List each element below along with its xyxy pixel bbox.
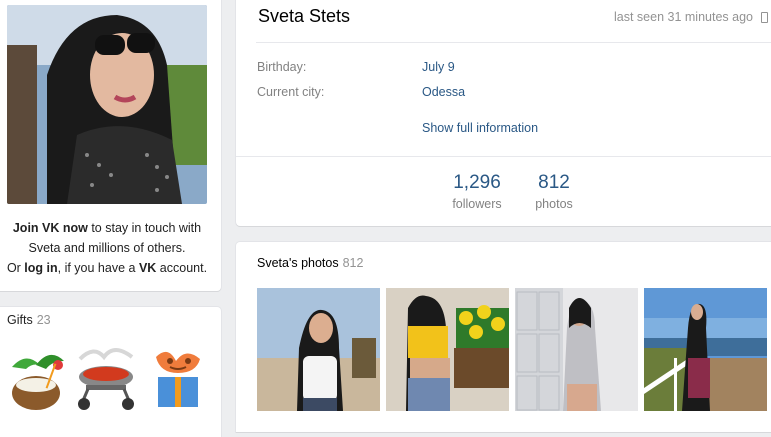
birthday-value-link[interactable]: July 9: [422, 60, 455, 74]
followers-counter[interactable]: 1,296 followers: [442, 172, 512, 211]
profile-name: Sveta Stets: [258, 6, 351, 26]
photo-thumbnail[interactable]: [644, 288, 767, 411]
current-city-label: Current city:: [257, 85, 325, 99]
grill-icon[interactable]: [74, 343, 140, 413]
photo-thumbnail[interactable]: [386, 288, 509, 411]
photo-thumbnail[interactable]: [257, 288, 380, 411]
gifts-count: 23: [36, 313, 51, 327]
profile-avatar[interactable]: [7, 5, 207, 204]
join-vk-link[interactable]: Join VK now: [13, 221, 88, 235]
photos-counter[interactable]: 812 photos: [524, 172, 584, 211]
birthday-label: Birthday:: [257, 60, 307, 74]
current-city-link[interactable]: Odessa: [422, 85, 465, 99]
divider: [236, 156, 771, 157]
divider: [256, 42, 771, 43]
last-seen-status: last seen 31 minutes ago: [614, 10, 753, 24]
photos-count: 812: [342, 256, 364, 270]
login-link[interactable]: log in: [24, 261, 57, 275]
photos-header[interactable]: Sveta's photos 812: [257, 256, 363, 270]
photo-thumbnail[interactable]: [515, 288, 638, 411]
mobile-phone-icon: [761, 12, 768, 23]
coconut-cocktail-icon[interactable]: [6, 343, 72, 413]
gift-box-icon[interactable]: [146, 343, 212, 413]
gifts-header[interactable]: Gifts 23: [7, 313, 51, 327]
join-vk-prompt: Join VK now to stay in touch with Sveta …: [6, 221, 208, 275]
show-full-information-link[interactable]: Show full information: [422, 121, 538, 135]
